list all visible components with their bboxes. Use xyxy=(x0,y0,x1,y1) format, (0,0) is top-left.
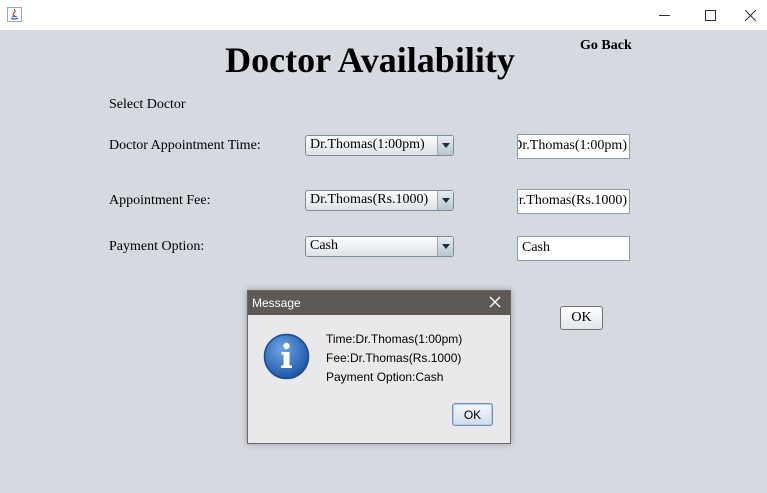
appointment-fee-label: Appointment Fee: xyxy=(109,193,211,208)
chevron-down-icon[interactable] xyxy=(437,237,453,256)
close-icon[interactable] xyxy=(488,295,502,309)
go-back-button[interactable]: Go Back xyxy=(580,38,632,54)
appointment-time-field[interactable]: Dr.Thomas(1:00pm) xyxy=(517,134,630,159)
dialog-message-fee: Fee:Dr.Thomas(Rs.1000) xyxy=(326,351,462,365)
appointment-time-label: Doctor Appointment Time: xyxy=(109,138,261,153)
appointment-time-select[interactable]: Dr.Thomas(1:00pm) xyxy=(305,135,454,156)
maximize-button[interactable] xyxy=(687,0,733,30)
dialog-title: Message xyxy=(252,296,301,310)
ok-button[interactable]: OK xyxy=(560,306,603,330)
dialog-message-time: Time:Dr.Thomas(1:00pm) xyxy=(326,332,463,346)
appointment-fee-select-value: Dr.Thomas(Rs.1000) xyxy=(310,192,429,207)
dialog-message-payment: Payment Option:Cash xyxy=(326,370,444,384)
message-dialog: Message Time:Dr.Thomas(1:00pm) Fee:Dr.Th… xyxy=(247,290,511,444)
chevron-down-icon[interactable] xyxy=(437,191,453,210)
appointment-time-field-value: Dr.Thomas(1:00pm) xyxy=(517,138,627,153)
window-close-button[interactable] xyxy=(733,0,767,30)
info-icon xyxy=(263,333,310,380)
appointment-fee-field-value: Dr.Thomas(Rs.1000) xyxy=(517,193,627,208)
payment-option-field-value: Cash xyxy=(522,240,550,255)
appointment-time-select-value: Dr.Thomas(1:00pm) xyxy=(310,137,425,152)
close-icon xyxy=(744,9,756,21)
appointment-fee-select[interactable]: Dr.Thomas(Rs.1000) xyxy=(305,190,454,211)
payment-option-select[interactable]: Cash xyxy=(305,236,454,257)
appointment-fee-field[interactable]: Dr.Thomas(Rs.1000) xyxy=(517,189,630,214)
payment-option-label: Payment Option: xyxy=(109,239,205,254)
payment-option-field[interactable]: Cash xyxy=(517,236,630,261)
chevron-down-icon[interactable] xyxy=(437,136,453,155)
dialog-titlebar: Message xyxy=(248,291,510,315)
payment-option-select-value: Cash xyxy=(310,238,338,253)
minimize-button[interactable] xyxy=(641,0,687,30)
select-doctor-label: Select Doctor xyxy=(109,97,186,112)
java-app-icon xyxy=(7,7,22,22)
dialog-ok-button[interactable]: OK xyxy=(452,403,493,426)
window-titlebar xyxy=(0,0,767,30)
minimize-icon xyxy=(658,14,670,16)
maximize-icon xyxy=(704,9,716,21)
